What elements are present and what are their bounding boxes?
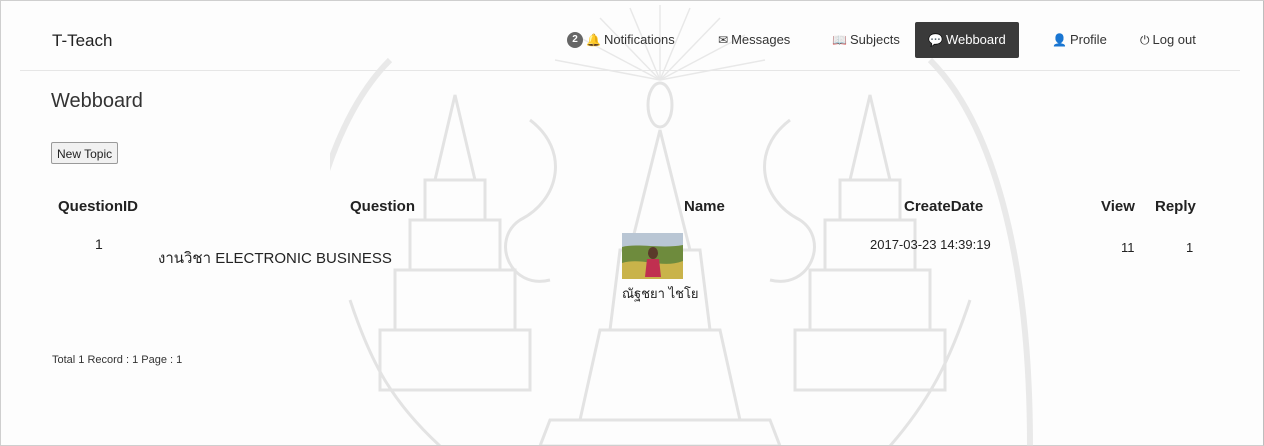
- nav-messages[interactable]: ✉ Messages: [718, 22, 790, 58]
- pagination-summary: Total 1 Record : 1 Page : 1: [52, 354, 183, 366]
- envelope-icon: ✉: [718, 33, 729, 47]
- notification-count-badge: 2: [567, 32, 583, 48]
- bell-icon: 🔔: [586, 33, 601, 47]
- row-reply-count: 1: [1186, 240, 1194, 255]
- header-name[interactable]: Name: [684, 198, 725, 215]
- nav-webboard[interactable]: 💬 Webboard: [915, 22, 1019, 58]
- nav-webboard-label: Webboard: [945, 32, 1006, 47]
- navbar-divider: [20, 70, 1240, 71]
- header-view[interactable]: View: [1101, 198, 1135, 215]
- page-title: Webboard: [51, 90, 143, 112]
- row-question-link[interactable]: งานวิชา ELECTRONIC BUSINESS: [158, 246, 392, 270]
- chat-icon: 💬: [928, 33, 943, 47]
- row-view-count: 11: [1121, 240, 1135, 255]
- row-author-name: ณัฐชยา ไชโย: [622, 286, 699, 301]
- power-icon: ⏻: [1140, 33, 1150, 47]
- nav-subjects[interactable]: 📖 Subjects: [832, 22, 900, 58]
- nav-subjects-label: Subjects: [849, 32, 900, 47]
- nav-notifications-label: Notifications: [603, 32, 675, 47]
- avatar-photo: [622, 233, 683, 279]
- avatar: [622, 233, 683, 279]
- book-icon: 📖: [832, 33, 847, 47]
- nav-logout[interactable]: ⏻ Log out: [1140, 22, 1196, 58]
- row-create-date: 2017-03-23 14:39:19: [870, 237, 991, 252]
- header-question-id[interactable]: QuestionID: [58, 198, 138, 215]
- nav-profile-label: Profile: [1069, 32, 1107, 47]
- nav-messages-label: Messages: [731, 32, 791, 47]
- brand-logo-text[interactable]: T-Teach: [52, 31, 112, 51]
- row-question-id: 1: [95, 236, 103, 252]
- top-navbar: T-Teach 2 🔔 Notifications ✉ Messages 📖 S…: [0, 0, 1262, 70]
- header-question[interactable]: Question: [350, 198, 415, 215]
- nav-notifications[interactable]: 2 🔔 Notifications: [567, 22, 675, 58]
- header-reply[interactable]: Reply: [1155, 198, 1196, 215]
- nav-profile[interactable]: 👤 Profile: [1052, 22, 1107, 58]
- header-create-date[interactable]: CreateDate: [904, 198, 983, 215]
- user-icon: 👤: [1052, 33, 1067, 47]
- nav-logout-label: Log out: [1152, 32, 1196, 47]
- new-topic-button[interactable]: New Topic: [51, 142, 119, 164]
